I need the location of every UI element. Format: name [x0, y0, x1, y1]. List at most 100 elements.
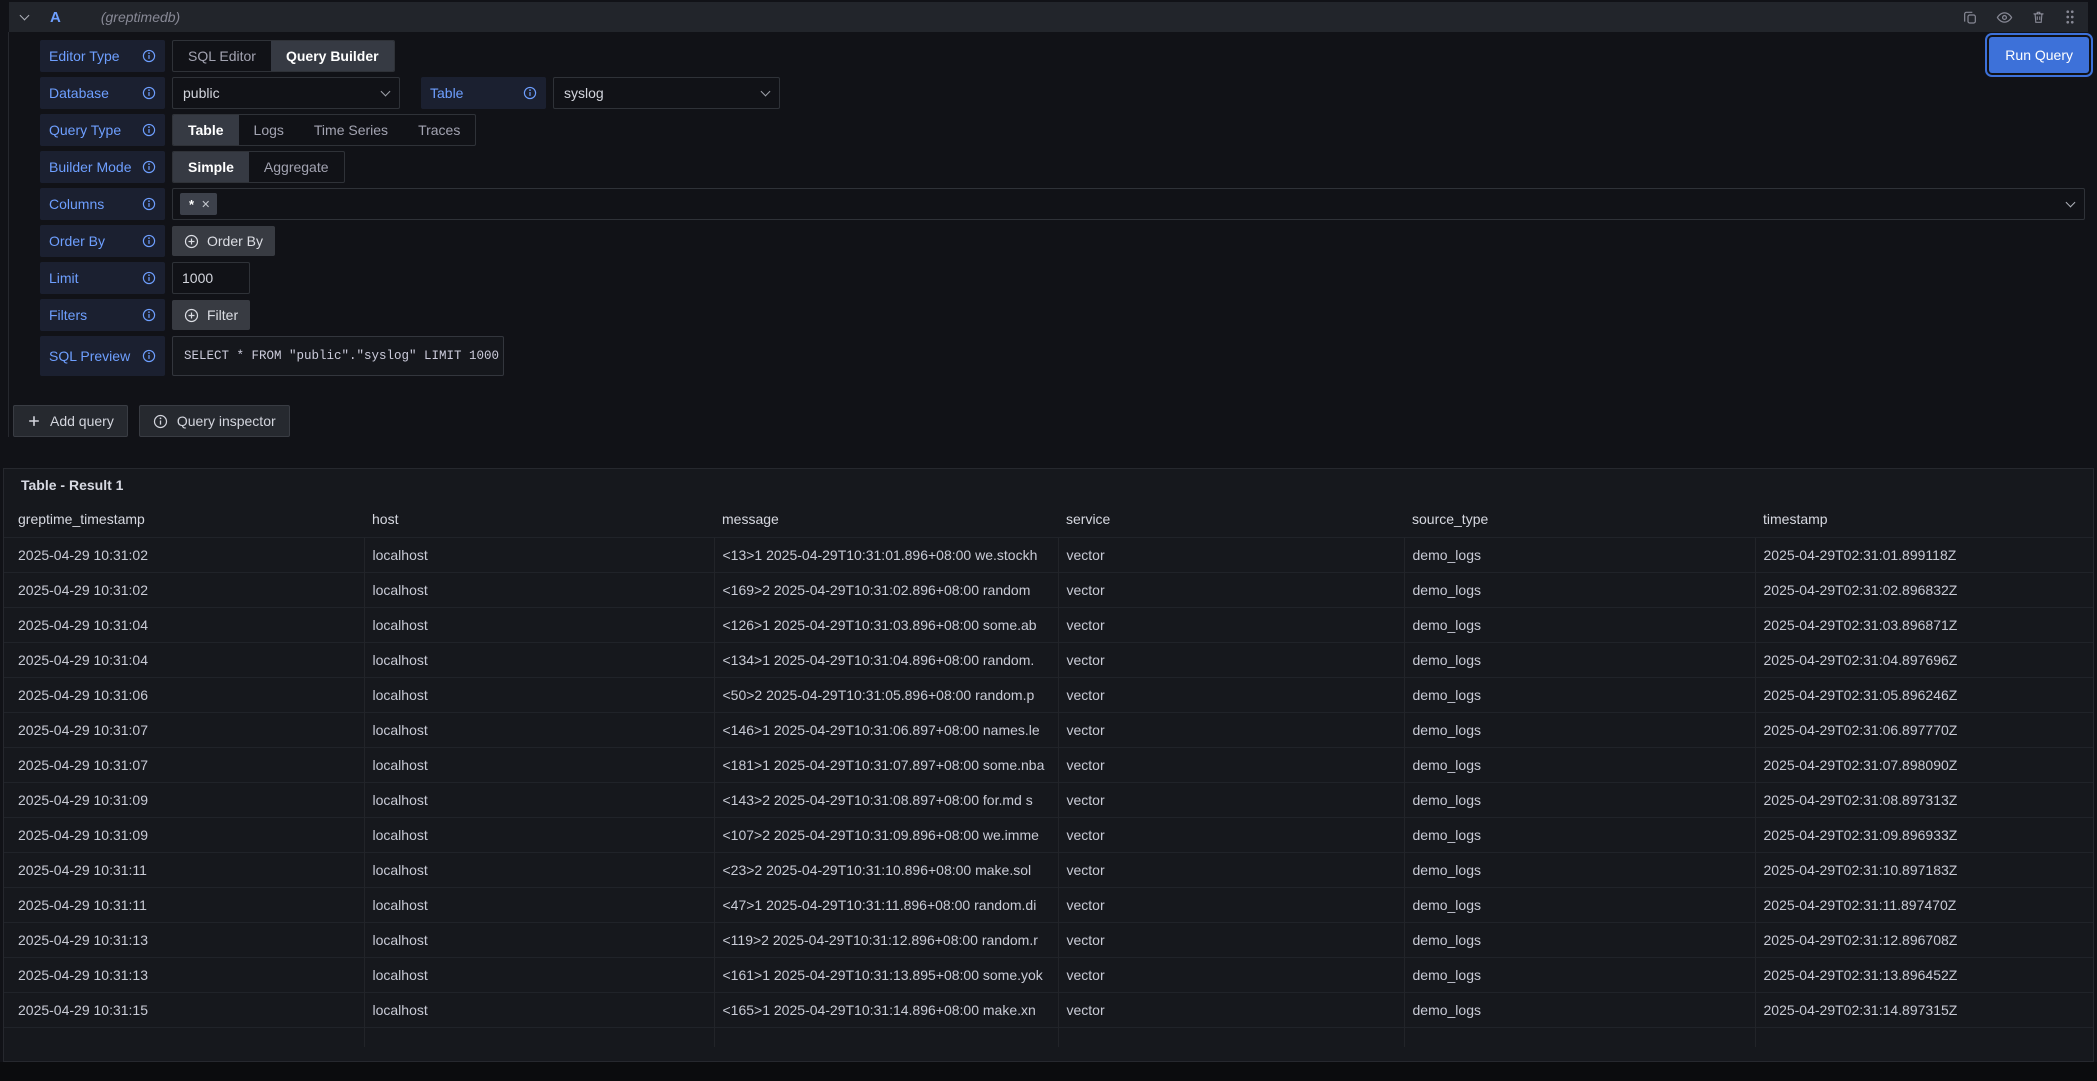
column-header-greptime-timestamp[interactable]: greptime_timestamp	[4, 501, 364, 537]
table-row: 2025-04-29 10:31:13 localhost <119>2 202…	[4, 922, 2093, 957]
query-ref-id: A	[50, 9, 61, 26]
panel-title[interactable]: Table - Result 1	[4, 469, 2093, 501]
query-actions-row: Add query Query inspector	[13, 405, 290, 437]
column-header-service[interactable]: service	[1058, 501, 1404, 537]
add-filter-button[interactable]: Filter	[172, 300, 250, 330]
database-select[interactable]: public	[172, 77, 400, 109]
editor-type-option-query-builder[interactable]: Query Builder	[271, 41, 394, 71]
order-by-row: Order By Order By	[40, 225, 2085, 257]
info-icon[interactable]	[523, 86, 537, 100]
cell-service: vector	[1058, 852, 1404, 887]
table-row: 2025-04-29 10:31:02 localhost <13>1 2025…	[4, 537, 2093, 572]
drag-handle-icon[interactable]	[2064, 8, 2076, 26]
filters-label: Filters	[40, 299, 165, 331]
table-filler-row	[4, 1027, 2093, 1047]
query-type-option-traces[interactable]: Traces	[403, 115, 475, 145]
database-label: Database	[40, 77, 165, 109]
editor-type-option-sql-editor[interactable]: SQL Editor	[173, 41, 271, 71]
cell-message: <119>2 2025-04-29T10:31:12.896+08:00 ran…	[714, 922, 1058, 957]
query-row-header[interactable]: A (greptimedb)	[9, 2, 2088, 32]
cell-host: localhost	[364, 747, 714, 782]
cell-timestamp: 2025-04-29T02:31:04.897696Z	[1755, 642, 2093, 677]
query-builder-form: Editor Type SQL Editor Query Builder Dat…	[40, 40, 2085, 376]
builder-mode-option-simple[interactable]: Simple	[173, 152, 249, 182]
cell-source-type: demo_logs	[1404, 642, 1755, 677]
cell-service: vector	[1058, 922, 1404, 957]
cell-message: <13>1 2025-04-29T10:31:01.896+08:00 we.s…	[714, 537, 1058, 572]
builder-mode-option-aggregate[interactable]: Aggregate	[249, 152, 344, 182]
query-inspector-button[interactable]: Query inspector	[139, 405, 290, 437]
add-order-by-button[interactable]: Order By	[172, 226, 275, 256]
cell-service: vector	[1058, 782, 1404, 817]
cell-source-type: demo_logs	[1404, 677, 1755, 712]
column-header-timestamp[interactable]: timestamp	[1755, 501, 2093, 537]
info-icon[interactable]	[142, 49, 156, 63]
info-icon[interactable]	[142, 234, 156, 248]
cell-greptime-timestamp: 2025-04-29 10:31:06	[4, 677, 364, 712]
table-select[interactable]: syslog	[553, 77, 780, 109]
column-header-source-type[interactable]: source_type	[1404, 501, 1755, 537]
cell-source-type: demo_logs	[1404, 922, 1755, 957]
cell-service: vector	[1058, 747, 1404, 782]
cell-host: localhost	[364, 852, 714, 887]
cell-timestamp: 2025-04-29T02:31:08.897313Z	[1755, 782, 2093, 817]
info-icon[interactable]	[142, 349, 156, 363]
database-table-row: Database public Table syslog	[40, 77, 2085, 109]
editor-type-label: Editor Type	[40, 40, 165, 72]
grafana-query-editor-page: A (greptimedb) Editor Type SQL Editor Qu…	[0, 0, 2097, 1081]
cell-message: <50>2 2025-04-29T10:31:05.896+08:00 rand…	[714, 677, 1058, 712]
cell-timestamp: 2025-04-29T02:31:03.896871Z	[1755, 607, 2093, 642]
cell-service: vector	[1058, 887, 1404, 922]
info-icon[interactable]	[142, 308, 156, 322]
cell-message: <146>1 2025-04-29T10:31:06.897+08:00 nam…	[714, 712, 1058, 747]
query-type-option-table[interactable]: Table	[173, 115, 239, 145]
cell-source-type: demo_logs	[1404, 572, 1755, 607]
column-header-message[interactable]: message	[714, 501, 1058, 537]
cell-message: <169>2 2025-04-29T10:31:02.896+08:00 ran…	[714, 572, 1058, 607]
query-type-group: Table Logs Time Series Traces	[172, 114, 476, 146]
info-icon[interactable]	[142, 271, 156, 285]
database-select-value: public	[183, 85, 220, 101]
cell-message: <47>1 2025-04-29T10:31:11.896+08:00 rand…	[714, 887, 1058, 922]
add-query-button[interactable]: Add query	[13, 405, 128, 437]
query-type-row: Query Type Table Logs Time Series Traces	[40, 114, 2085, 146]
limit-input[interactable]	[172, 262, 250, 294]
cell-host: localhost	[364, 887, 714, 922]
cell-service: vector	[1058, 817, 1404, 852]
limit-label: Limit	[40, 262, 165, 294]
table-header-row: greptime_timestamp host message service …	[4, 501, 2093, 537]
column-header-host[interactable]: host	[364, 501, 714, 537]
cell-greptime-timestamp: 2025-04-29 10:31:11	[4, 852, 364, 887]
cell-message: <23>2 2025-04-29T10:31:10.896+08:00 make…	[714, 852, 1058, 887]
duplicate-icon[interactable]	[1962, 9, 1978, 25]
table-row: 2025-04-29 10:31:07 localhost <181>1 202…	[4, 747, 2093, 782]
columns-multiselect[interactable]: * ✕	[172, 188, 2085, 220]
cell-source-type: demo_logs	[1404, 712, 1755, 747]
table-row: 2025-04-29 10:31:09 localhost <107>2 202…	[4, 817, 2093, 852]
remove-tag-icon[interactable]: ✕	[201, 198, 210, 211]
limit-row: Limit	[40, 262, 2085, 294]
cell-message: <134>1 2025-04-29T10:31:04.896+08:00 ran…	[714, 642, 1058, 677]
info-icon[interactable]	[142, 160, 156, 174]
datasource-hint: (greptimedb)	[101, 9, 180, 25]
page-bottom-strip	[0, 1062, 2097, 1081]
trash-icon[interactable]	[2031, 9, 2046, 25]
cell-service: vector	[1058, 677, 1404, 712]
cell-host: localhost	[364, 817, 714, 852]
query-type-option-time-series[interactable]: Time Series	[299, 115, 403, 145]
query-type-option-logs[interactable]: Logs	[239, 115, 299, 145]
cell-greptime-timestamp: 2025-04-29 10:31:02	[4, 537, 364, 572]
table-row: 2025-04-29 10:31:02 localhost <169>2 202…	[4, 572, 2093, 607]
filters-row: Filters Filter	[40, 299, 2085, 331]
table-row: 2025-04-29 10:31:04 localhost <134>1 202…	[4, 642, 2093, 677]
info-icon[interactable]	[142, 123, 156, 137]
info-icon[interactable]	[142, 86, 156, 100]
eye-icon[interactable]	[1996, 9, 2013, 26]
chevron-down-icon	[2066, 198, 2076, 208]
sql-preview-label: SQL Preview	[40, 336, 165, 376]
info-icon[interactable]	[142, 197, 156, 211]
collapse-chevron-down-icon[interactable]	[20, 11, 30, 21]
table-row: 2025-04-29 10:31:07 localhost <146>1 202…	[4, 712, 2093, 747]
run-query-button[interactable]: Run Query	[1989, 37, 2089, 73]
table-row: 2025-04-29 10:31:13 localhost <161>1 202…	[4, 957, 2093, 992]
